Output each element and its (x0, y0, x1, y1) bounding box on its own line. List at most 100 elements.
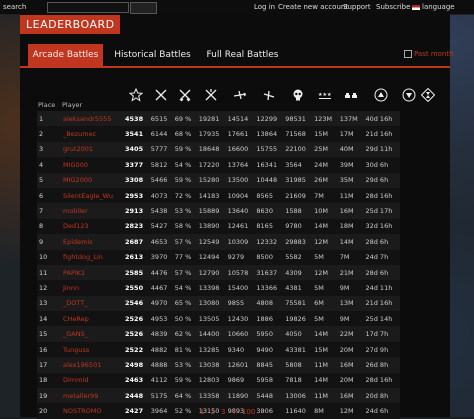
table-row: 6 SilentEagle_Wu 2953 4073 72 % 14183 10904 856… (37, 187, 437, 204)
score-cell: 2585 (123, 264, 149, 281)
search-input[interactable] (47, 2, 129, 13)
stat-cell: 17d 7h (363, 326, 400, 342)
score-cell: 2526 (123, 311, 149, 327)
stat-cell: 9869 (225, 372, 255, 389)
player-link[interactable]: fightdog_Lin (61, 249, 123, 265)
page-link[interactable]: 1 (200, 408, 204, 416)
page-title: LEADERBOARD (20, 15, 120, 34)
next-page-link[interactable]: › (261, 408, 264, 416)
player-link[interactable]: alex196501 (61, 357, 123, 373)
player-link[interactable]: PAPIK1 (61, 264, 123, 281)
col-lions-earned[interactable] (363, 80, 399, 111)
player-link[interactable]: grut2001 (61, 141, 123, 158)
stat-cell: 11M (312, 388, 338, 404)
table-row: 1 aleksandr5555 4538 6515 69 % 19281 14514 1229… (37, 111, 437, 127)
col-time-played[interactable] (418, 80, 437, 111)
stat-cell: 13366 (254, 280, 284, 296)
past-month-checkbox[interactable]: Past month (404, 50, 454, 58)
player-link[interactable]: metaller99 (61, 388, 123, 404)
player-link[interactable]: MIG2000 (61, 172, 123, 188)
player-link[interactable]: _Bezumec (61, 126, 123, 142)
stat-cell: 68 % (172, 126, 197, 142)
player-link[interactable]: Dimmid (61, 372, 123, 389)
table-header: Place Player ★★★ (37, 80, 437, 111)
col-tank-kills[interactable] (338, 80, 364, 111)
stat-cell: 7M (312, 187, 338, 204)
stat-cell: 5808 (283, 357, 313, 373)
stat-cell: 15M (312, 126, 338, 142)
stat-cell: 20M (337, 341, 364, 358)
tab-arcade-battles[interactable]: Arcade Battles (28, 44, 103, 66)
search-label: search (3, 3, 27, 11)
player-link[interactable]: Ded123 (61, 218, 123, 235)
place-cell: 4 (37, 157, 61, 173)
col-air-kills[interactable] (226, 80, 255, 111)
stat-cell: 11M (337, 187, 364, 204)
player-link[interactable]: mobiler (61, 203, 123, 219)
crossed-swords-icon (155, 89, 167, 100)
stat-cell: 5958 (254, 372, 284, 389)
stat-cell: 81 % (172, 341, 197, 358)
col-rank[interactable] (123, 80, 149, 111)
col-deaths[interactable] (283, 80, 312, 111)
stat-cell: 59 % (172, 172, 197, 188)
subscribe-link[interactable]: Subscribe (376, 3, 410, 11)
stat-cell: 8165 (254, 218, 284, 235)
player-link[interactable]: Jinnn (61, 280, 123, 296)
rank-star-icon (128, 87, 143, 102)
stat-cell: 12549 (196, 234, 226, 250)
col-place[interactable]: Place (37, 80, 61, 111)
player-link[interactable]: Epidemis (61, 234, 123, 250)
stat-cell: 12299 (254, 111, 284, 127)
stat-cell: 4970 (148, 295, 173, 312)
stat-cell: 5777 (148, 141, 173, 158)
stat-cell: 12M (312, 264, 338, 281)
create-account-link[interactable]: Create new account (278, 3, 348, 11)
player-link[interactable]: SilentEagle_Wu (61, 187, 123, 204)
stat-cell: 7M (337, 249, 364, 265)
col-player[interactable]: Player (61, 80, 123, 111)
player-link[interactable]: _DOTT_ (61, 295, 123, 312)
page-link[interactable]: 3 (221, 408, 225, 416)
support-link[interactable]: Support (343, 3, 371, 11)
crossed-swords-icon (205, 88, 217, 100)
stat-cell: 16M (337, 357, 364, 373)
tanks-icon (344, 92, 357, 98)
player-link[interactable]: Tunguss (61, 341, 123, 358)
login-link[interactable]: Log in (254, 3, 275, 11)
player-link[interactable]: MIG000 (61, 157, 123, 173)
col-fighter-kills[interactable] (254, 80, 283, 111)
tab-historical-battles[interactable]: Historical Battles (110, 44, 195, 66)
col-lions-total[interactable] (400, 80, 419, 111)
page-link[interactable]: 4 (231, 408, 235, 416)
player-link[interactable]: aleksandr5555 (61, 111, 123, 127)
stat-cell: 4476 (148, 264, 173, 281)
top-bar: search Log in Create new account Support… (0, 0, 474, 15)
player-link[interactable]: CHeRep (61, 311, 123, 327)
page-link[interactable]: 2 (210, 408, 214, 416)
stat-cell: 28d 16h (363, 187, 400, 204)
stat-cell: 5M (312, 311, 338, 327)
table-row: 18 Dimmid 2463 4112 59 % 12803 9869 5958 7818 14M… (37, 372, 437, 389)
col-kills[interactable] (197, 80, 226, 111)
language-selector[interactable]: language (412, 3, 455, 11)
table-row: 11 PAPIK1 2585 4476 57 % 12790 10578 31637 4309 1… (37, 264, 437, 281)
stat-cell: 21609 (283, 187, 313, 204)
stat-cell: 14M (312, 326, 338, 342)
stat-cell: 4888 (148, 357, 173, 373)
stat-cell: 13764 (225, 157, 255, 173)
player-link[interactable]: _GANS_ (61, 326, 123, 342)
tab-full-real-battles[interactable]: Full Real Battles (200, 44, 285, 66)
col-ground-kills[interactable]: ★★★ (312, 80, 338, 111)
last-page-link[interactable]: 100 (242, 408, 255, 416)
score-cell: 2953 (123, 187, 149, 204)
col-win-rate[interactable] (173, 80, 197, 111)
stat-cell: 14M (312, 372, 338, 389)
col-battles[interactable] (149, 80, 173, 111)
stat-cell: 13640 (225, 203, 255, 219)
language-label: language (422, 3, 455, 11)
search-button[interactable] (130, 2, 157, 14)
stat-cell: 24M (312, 157, 338, 173)
stat-cell: 123M (312, 111, 338, 127)
stat-cell: 22M (337, 326, 364, 342)
